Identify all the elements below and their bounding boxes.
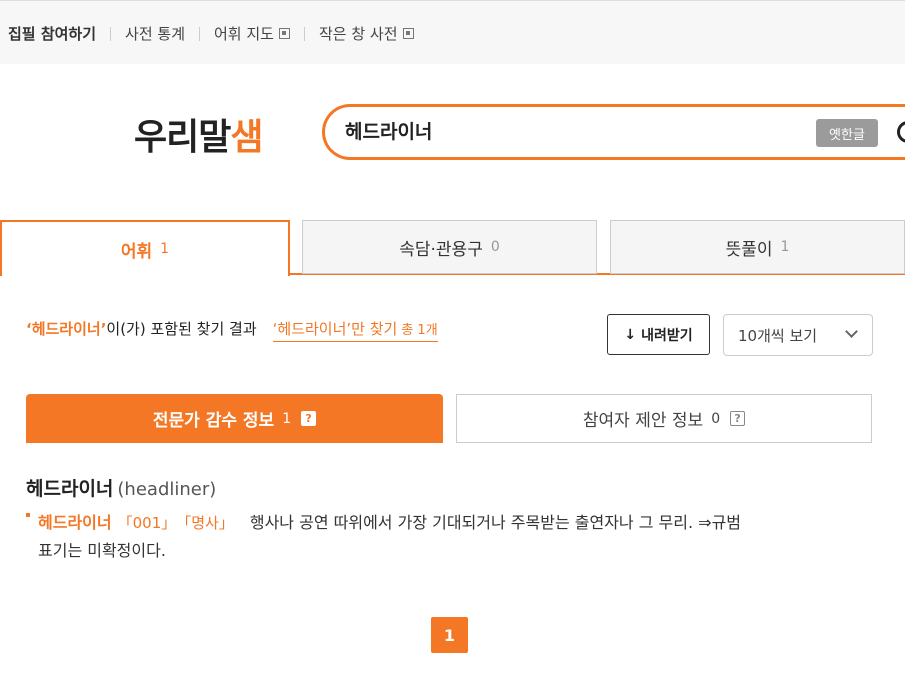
page-size-select[interactable]: 10개씩 보기 [723, 314, 873, 356]
entry-title: 헤드라이너 (headliner) [26, 474, 216, 501]
tab-proverbs-idioms[interactable]: 속담·관용구 0 [302, 220, 597, 274]
old-hangul-button[interactable]: 옛한글 [816, 119, 878, 147]
definition-word[interactable]: 헤드라이너 [38, 509, 112, 537]
sense-number: 「001」 [117, 514, 177, 532]
result-tabs: 어휘 1 속담·관용구 0 뜻풀이 1 [0, 220, 905, 276]
search-icon[interactable] [897, 121, 905, 143]
download-button[interactable]: ↓ 내려받기 [607, 314, 710, 355]
search-input[interactable] [345, 119, 745, 141]
nav-dictionary-stats[interactable]: 사전 통계 [125, 23, 185, 44]
search-box: 옛한글 [322, 104, 905, 160]
definition-text-cont: 표기는 미확정이다. [38, 541, 166, 560]
nav-small-window[interactable]: 작은 창 사전 [319, 23, 414, 44]
bullet-icon [26, 513, 30, 517]
definition-text: 행사나 공연 따위에서 가장 기대되거나 주목받는 출연자나 그 무리. ⇒규범 [249, 513, 742, 532]
external-link-icon [402, 28, 414, 39]
entry-definition: 헤드라이너 「001」 「명사」 행사나 공연 따위에서 가장 기대되거나 주목… [26, 509, 876, 565]
help-icon[interactable]: ? [301, 411, 317, 426]
nav-join-writing[interactable]: 집필 참여하기 [8, 23, 96, 44]
nav-divider [199, 26, 200, 41]
result-summary: ‘헤드라이너’ 이(가) 포함된 찾기 결과 ‘헤드라이너’만 찾기 총 1개 [26, 318, 438, 342]
page-1-button[interactable]: 1 [431, 617, 468, 653]
part-of-speech: 「명사」 [176, 514, 234, 532]
tab-definitions[interactable]: 뜻풀이 1 [610, 220, 905, 274]
site-logo[interactable]: 우리말 샘 [134, 108, 264, 160]
nav-divider [110, 26, 112, 41]
subtab-participant-info[interactable]: 참여자 제안 정보 0 ? [456, 394, 872, 443]
exact-match-link[interactable]: ‘헤드라이너’만 찾기 총 1개 [272, 318, 438, 342]
logo-accent: 샘 [230, 117, 263, 158]
nav-vocab-map[interactable]: 어휘 지도 [214, 23, 290, 44]
subtab-expert-info[interactable]: 전문가 감수 정보 1 ? [26, 394, 443, 443]
arrow-down-icon: ↓ [624, 326, 637, 343]
entry-origin: (headliner) [117, 479, 217, 500]
nav-divider [303, 26, 305, 41]
top-nav: 집필 참여하기 사전 통계 어휘 지도 작은 창 사전 [8, 23, 414, 44]
entry-word[interactable]: 헤드라이너 [26, 478, 113, 500]
help-icon[interactable]: ? [730, 411, 746, 426]
tab-vocabulary[interactable]: 어휘 1 [0, 220, 290, 276]
external-link-icon [278, 28, 290, 39]
chevron-down-icon [845, 325, 858, 338]
top-bar: 집필 참여하기 사전 통계 어휘 지도 작은 창 사전 [0, 0, 905, 64]
